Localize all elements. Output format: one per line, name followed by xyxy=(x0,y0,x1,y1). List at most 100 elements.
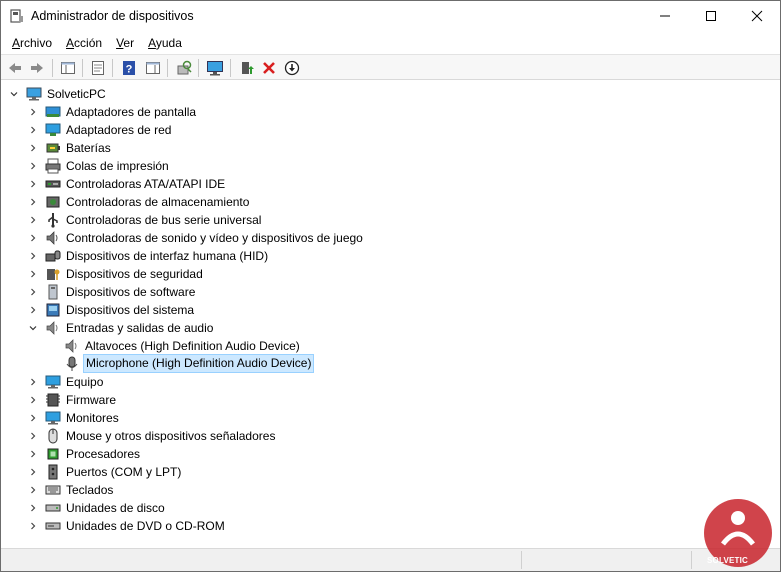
tree-category-row[interactable]: Equipo xyxy=(2,373,762,391)
expand-chevron-icon[interactable] xyxy=(26,409,40,427)
network-adapter-icon xyxy=(45,123,61,136)
action-pane-icon xyxy=(146,62,160,74)
help-icon: ? xyxy=(123,61,135,76)
hid-icon xyxy=(45,250,61,262)
expand-chevron-icon[interactable] xyxy=(26,211,40,229)
tree-category-row[interactable]: Controladoras de almacenamiento xyxy=(2,193,762,211)
device-tree: SolveticPC Adaptadores de pantalla Adapta… xyxy=(2,83,779,547)
minimize-icon xyxy=(660,15,670,17)
tree-category-row[interactable]: Adaptadores de pantalla xyxy=(2,103,762,121)
tree-category-row[interactable]: Controladoras de bus serie universal xyxy=(2,211,762,229)
uninstall-button[interactable] xyxy=(259,58,279,78)
properties-button[interactable] xyxy=(88,58,108,78)
software-device-icon xyxy=(48,284,58,300)
toolbar-separator xyxy=(198,59,199,77)
tree-item-label: Controladoras de sonido y vídeo y dispos… xyxy=(66,231,363,245)
update-driver-button[interactable] xyxy=(237,58,257,78)
menu-archivo[interactable]: Archivo xyxy=(5,33,59,53)
tree-category-row[interactable]: Dispositivos de software xyxy=(2,283,762,301)
usb-icon xyxy=(48,213,58,228)
tree-category-row[interactable]: Controladoras ATA/ATAPI IDE xyxy=(2,175,762,193)
menu-ver[interactable]: Ver xyxy=(109,33,141,53)
tree-root-label: SolveticPC xyxy=(47,87,106,101)
properties-icon xyxy=(92,61,104,75)
menu-ayuda-accel: A xyxy=(148,36,156,50)
tree-category-row[interactable]: Unidades de DVD o CD-ROM xyxy=(2,517,762,535)
expand-chevron-icon[interactable] xyxy=(26,427,40,445)
tree-category-row[interactable]: Puertos (COM y LPT) xyxy=(2,463,762,481)
tree-category-row[interactable]: Monitores xyxy=(2,409,762,427)
tree-category-row[interactable]: Mouse y otros dispositivos señaladores xyxy=(2,427,762,445)
menu-ayuda[interactable]: Ayuda xyxy=(141,33,189,53)
update-driver-icon xyxy=(242,62,254,74)
expand-chevron-icon[interactable] xyxy=(26,139,40,157)
tree-category-row[interactable]: Colas de impresión xyxy=(2,157,762,175)
tree-category-row[interactable]: Firmware xyxy=(2,391,762,409)
action-pane-button[interactable] xyxy=(143,58,163,78)
tree-item-label: Firmware xyxy=(66,393,116,407)
tree-category-row[interactable]: Procesadores xyxy=(2,445,762,463)
tree-category-row[interactable]: Unidades de disco xyxy=(2,499,762,517)
minimize-button[interactable] xyxy=(642,1,688,31)
close-button[interactable] xyxy=(734,1,780,31)
expand-chevron-icon[interactable] xyxy=(26,391,40,409)
expand-chevron-icon[interactable] xyxy=(26,283,40,301)
collapse-chevron-icon[interactable] xyxy=(26,319,40,337)
tree-category-row[interactable]: Controladoras de sonido y vídeo y dispos… xyxy=(2,229,762,247)
tree-item-label: Puertos (COM y LPT) xyxy=(66,465,182,479)
tree-item-label: Controladoras de almacenamiento xyxy=(66,195,250,209)
tree-root-row[interactable]: SolveticPC xyxy=(2,85,322,103)
expand-chevron-icon[interactable] xyxy=(26,445,40,463)
expand-chevron-icon[interactable] xyxy=(26,301,40,319)
tree-category-row[interactable]: Dispositivos de interfaz humana (HID) xyxy=(2,247,762,265)
expand-chevron-icon[interactable] xyxy=(26,103,40,121)
speaker-device-icon xyxy=(65,339,77,353)
tree-category-row[interactable]: Entradas y salidas de audio xyxy=(2,319,762,337)
close-icon xyxy=(751,10,763,22)
help-button[interactable]: ? xyxy=(119,58,139,78)
expand-chevron-icon[interactable] xyxy=(26,121,40,139)
toolbar-separator xyxy=(167,59,168,77)
expand-chevron-icon[interactable] xyxy=(26,265,40,283)
tree-item-label: Dispositivos de seguridad xyxy=(66,267,203,281)
port-icon xyxy=(48,464,58,480)
expand-chevron-icon[interactable] xyxy=(26,247,40,265)
expand-chevron-icon[interactable] xyxy=(26,157,40,175)
menu-accion-label: cción xyxy=(74,36,103,50)
expand-chevron-icon[interactable] xyxy=(26,499,40,517)
tree-category-row[interactable]: Adaptadores de red xyxy=(2,121,762,139)
back-button[interactable] xyxy=(5,58,25,78)
maximize-button[interactable] xyxy=(688,1,734,31)
toolbar-separator xyxy=(52,59,53,77)
tree-child-row[interactable]: Altavoces (High Definition Audio Device) xyxy=(2,337,762,355)
forward-arrow-icon xyxy=(31,63,43,73)
tree-category-row[interactable]: Dispositivos de seguridad xyxy=(2,265,762,283)
tree-item-label: Dispositivos de interfaz humana (HID) xyxy=(66,249,269,263)
scan-hardware-button[interactable] xyxy=(174,58,194,78)
tree-category-row[interactable]: Teclados xyxy=(2,481,762,499)
show-hide-console-tree-button[interactable] xyxy=(58,58,78,78)
disable-device-button[interactable] xyxy=(282,58,302,78)
expand-chevron-icon[interactable] xyxy=(26,373,40,391)
menu-accion[interactable]: Acción xyxy=(59,33,109,53)
expand-chevron-icon[interactable] xyxy=(26,193,40,211)
tree-item-label: Colas de impresión xyxy=(66,159,169,173)
title-bar: Administrador de dispositivos xyxy=(1,1,780,31)
expand-chevron-icon[interactable] xyxy=(26,175,40,193)
tree-item-label: Dispositivos de software xyxy=(66,285,196,299)
toolbar-separator xyxy=(82,59,83,77)
tree-item-label-selected: Microphone (High Definition Audio Device… xyxy=(83,354,315,373)
expand-chevron-icon[interactable] xyxy=(26,229,40,247)
tree-child-row[interactable]: Microphone (High Definition Audio Device… xyxy=(2,354,762,373)
expand-chevron-icon[interactable] xyxy=(26,463,40,481)
collapse-chevron-icon[interactable] xyxy=(7,85,21,103)
tree-item-label: Monitores xyxy=(66,411,119,425)
display-button[interactable] xyxy=(205,58,225,78)
status-segment xyxy=(521,551,522,569)
expand-chevron-icon[interactable] xyxy=(26,481,40,499)
tree-category-row[interactable]: Baterías xyxy=(2,139,762,157)
firmware-icon xyxy=(46,393,60,407)
expand-chevron-icon[interactable] xyxy=(26,517,40,535)
forward-button[interactable] xyxy=(27,58,47,78)
tree-category-row[interactable]: Dispositivos del sistema xyxy=(2,301,762,319)
